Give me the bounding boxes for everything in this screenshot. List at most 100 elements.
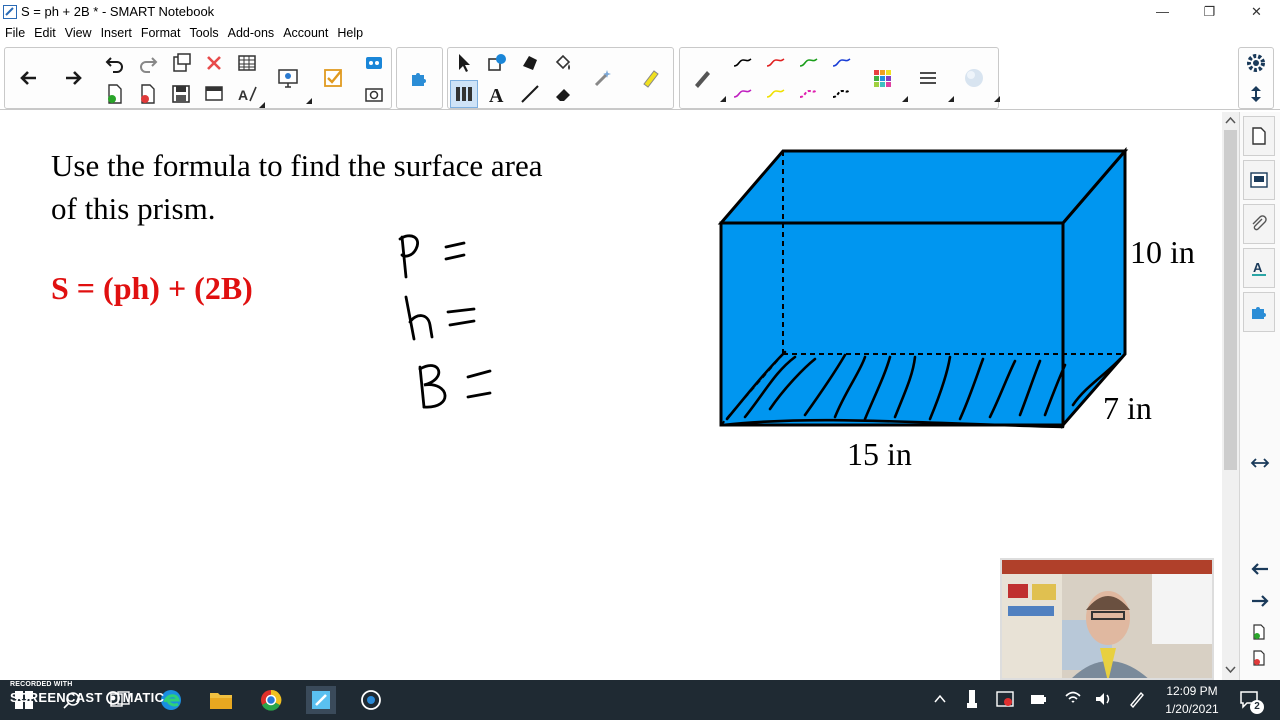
maximize-button[interactable]: ❐ (1186, 0, 1233, 23)
magic-pen-icon[interactable] (589, 64, 617, 92)
taskbar-smart-notebook[interactable] (306, 686, 336, 714)
table-icon[interactable] (233, 49, 261, 77)
formula-text: S = (ph) + (2B) (51, 270, 253, 306)
pen-color-black[interactable] (728, 49, 756, 77)
text-icon[interactable]: A (483, 80, 511, 108)
gallery-tab[interactable] (1243, 160, 1275, 200)
chrome-browser-icon (261, 689, 282, 711)
toolbar-position-icon[interactable] (1242, 80, 1270, 108)
menu-addons[interactable]: Add-ons (228, 26, 275, 40)
display-icon[interactable] (274, 64, 312, 104)
battery-icon[interactable] (1030, 692, 1046, 706)
menu-help[interactable]: Help (337, 26, 363, 40)
screencast-watermark: RECORDED WITH SCREENCAST MATIC (10, 681, 164, 705)
clock-time[interactable]: 12:09 PM (1160, 684, 1224, 698)
next-page-icon[interactable] (1250, 594, 1270, 608)
delete-page-icon[interactable] (134, 80, 162, 108)
attachments-tab[interactable] (1243, 204, 1275, 244)
settings-icon[interactable] (1242, 49, 1270, 77)
line-style-icon[interactable] (914, 64, 954, 102)
back-arrow-icon[interactable] (14, 64, 42, 92)
vertical-scrollbar[interactable] (1222, 112, 1239, 680)
addons-tab[interactable] (1243, 292, 1275, 332)
undo-icon[interactable] (101, 49, 129, 77)
handwritten-variables (398, 234, 492, 409)
properties-icon: A (1252, 260, 1266, 276)
response-icon[interactable] (319, 64, 347, 92)
paste-icon[interactable] (167, 49, 195, 77)
forward-arrow-icon[interactable] (60, 64, 88, 92)
delete-icon[interactable] (200, 49, 228, 77)
pen-color-black-dashed[interactable] (827, 80, 855, 108)
side-tab-panel: A (1239, 112, 1280, 680)
expand-horizontal-icon[interactable] (1250, 456, 1270, 470)
fill-icon[interactable] (549, 49, 577, 77)
pen-workspace-icon[interactable] (1128, 690, 1146, 708)
previous-page-icon[interactable] (1250, 562, 1270, 576)
toolbar-group-tools: A (447, 47, 674, 109)
prism-front-face (719, 221, 1065, 427)
toolbar-group-page: A (4, 47, 392, 109)
question-line-1: Use the formula to find the surface area (51, 148, 543, 183)
fill-effects-icon[interactable] (960, 64, 1000, 102)
menu-account[interactable]: Account (283, 26, 328, 40)
fill-shape-icon[interactable] (516, 49, 544, 77)
scroll-down-arrow-icon[interactable] (1225, 666, 1236, 674)
menu-format[interactable]: Format (141, 26, 181, 40)
screen-shade-icon[interactable] (200, 80, 228, 108)
pen-icon[interactable] (688, 64, 726, 102)
capture-icon[interactable] (360, 80, 388, 108)
webcam-video-frame (1002, 560, 1212, 678)
page-sorter-tab[interactable] (1243, 116, 1275, 156)
close-button[interactable]: ✕ (1233, 0, 1280, 23)
scroll-up-arrow-icon[interactable] (1225, 116, 1236, 124)
security-shield-icon[interactable] (996, 690, 1014, 708)
usb-drive-icon[interactable] (966, 689, 978, 709)
smart-notebook-taskbar-icon (312, 691, 330, 709)
scrollbar-thumb[interactable] (1224, 130, 1237, 470)
puzzle-icon (1252, 307, 1266, 319)
clock-date[interactable]: 1/20/2021 (1160, 702, 1224, 716)
pen-color-yellow[interactable] (761, 80, 789, 108)
tray-overflow-chevron-icon[interactable] (934, 694, 946, 704)
eraser-icon[interactable] (549, 80, 577, 108)
title-bar: S = ph + 2B * - SMART Notebook — ❐ ✕ (0, 0, 1280, 23)
pen-color-red[interactable] (761, 49, 789, 77)
menu-tools[interactable]: Tools (189, 26, 218, 40)
menu-insert[interactable]: Insert (101, 26, 132, 40)
taskbar-file-explorer[interactable] (207, 686, 235, 714)
dimension-height-label: 10 in (1130, 234, 1195, 270)
color-palette-icon[interactable] (868, 64, 908, 102)
minimize-button[interactable]: — (1139, 0, 1186, 23)
taskbar-screencast-app[interactable] (357, 686, 385, 714)
line-icon[interactable] (516, 80, 544, 108)
add-page-side-icon[interactable] (1252, 624, 1266, 640)
watermark-recorded-with: RECORDED WITH (10, 681, 73, 688)
pen-color-pink-dashed[interactable] (794, 80, 822, 108)
menu-view[interactable]: View (65, 26, 92, 40)
delete-page-side-icon[interactable] (1252, 650, 1266, 666)
wifi-icon[interactable] (1064, 690, 1082, 706)
lesson-activity-icon[interactable] (405, 64, 433, 92)
notification-center-button[interactable]: 2 (1238, 688, 1264, 714)
menu-file[interactable]: File (5, 26, 25, 40)
paperclip-icon (1252, 215, 1267, 231)
toolbar-group-pen-styles (679, 47, 1000, 109)
add-page-icon[interactable] (101, 80, 129, 108)
addons-icon[interactable] (360, 49, 388, 77)
pen-color-blue[interactable] (827, 49, 855, 77)
select-icon[interactable] (450, 49, 478, 77)
menu-edit[interactable]: Edit (34, 26, 56, 40)
pen-color-green[interactable] (794, 49, 822, 77)
shapes-icon[interactable] (483, 49, 511, 77)
volume-icon[interactable] (1094, 690, 1112, 708)
pens-icon[interactable] (450, 80, 478, 108)
properties-tab[interactable]: A (1243, 248, 1275, 288)
rectangular-prism-figure (717, 147, 1129, 429)
highlighter-icon[interactable] (636, 64, 664, 92)
pen-color-purple[interactable] (728, 80, 756, 108)
handwriting-icon[interactable]: A (233, 80, 265, 108)
taskbar-chrome[interactable] (257, 686, 285, 714)
save-icon[interactable] (167, 80, 195, 108)
redo-icon[interactable] (134, 49, 162, 77)
